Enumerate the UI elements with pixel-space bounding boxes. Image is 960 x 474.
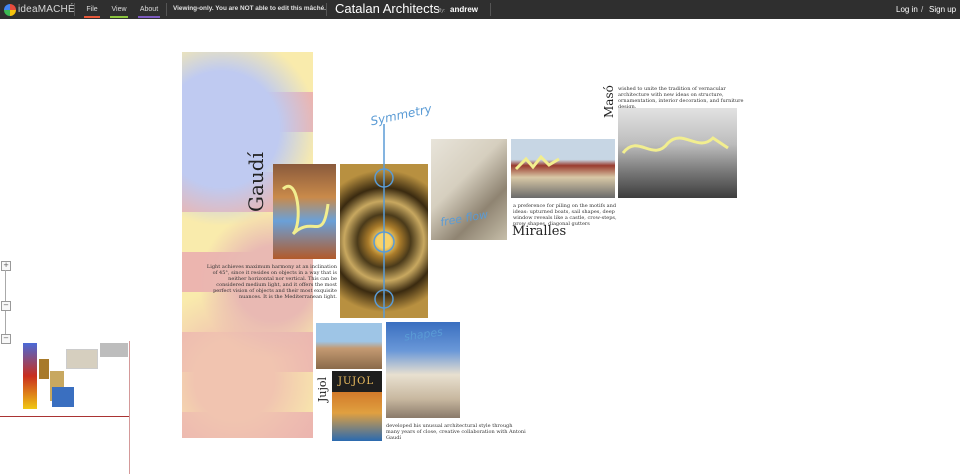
- minimap-border: [129, 341, 130, 474]
- signup-link[interactable]: Sign up: [929, 5, 956, 14]
- highlight-scribble: [281, 184, 330, 236]
- logo-icon: [4, 3, 16, 16]
- login-link[interactable]: Log in: [896, 5, 918, 14]
- by-label: By:: [438, 8, 446, 14]
- author-name[interactable]: andrew: [450, 5, 478, 14]
- menu-file-underline: [84, 16, 100, 18]
- gaudi-tower-photo[interactable]: [273, 164, 336, 259]
- jujol-building-photo[interactable]: [316, 323, 382, 369]
- jujol-sign-text: JUJOL: [338, 376, 375, 387]
- minimap[interactable]: [0, 341, 129, 417]
- divider: [326, 3, 327, 16]
- menu-file[interactable]: File: [84, 0, 100, 19]
- minimap-thumb: [66, 349, 98, 369]
- jujol-sign-photo[interactable]: JUJOL: [332, 371, 382, 441]
- menu-about[interactable]: About: [138, 0, 160, 19]
- minimap-thumb: [100, 343, 128, 357]
- minimap-thumb: [23, 343, 37, 409]
- maso-description: wished to unite the tradition of vernacu…: [618, 86, 744, 110]
- maso-house-photo[interactable]: [618, 108, 737, 198]
- menu-view-underline: [110, 16, 128, 18]
- divider: [490, 3, 491, 16]
- logo-text: ideaMACHÉ: [18, 4, 75, 15]
- menu-about-label: About: [139, 6, 159, 13]
- zoom-handle[interactable]: −: [1, 301, 11, 311]
- menu-view[interactable]: View: [110, 0, 128, 19]
- mache-title: Catalan Architects: [335, 1, 440, 16]
- jujol-heading: Jujol: [316, 376, 329, 402]
- menu-about-underline: [138, 16, 160, 18]
- symmetry-circles: [373, 164, 395, 318]
- gaudi-heading: Gaudí: [244, 152, 268, 212]
- zoom-in-button[interactable]: +: [1, 261, 11, 271]
- symmetry-arrow: [383, 124, 385, 164]
- minimap-thumb: [39, 359, 49, 379]
- maso-heading: Masó: [602, 85, 616, 118]
- divider: [166, 3, 167, 16]
- symmetry-sketch: Symmetry: [369, 101, 434, 129]
- sagrada-ceiling-photo[interactable]: [340, 164, 428, 318]
- gaudi-quote: Light achieves maximum harmony at an inc…: [206, 264, 337, 300]
- view-only-notice: Viewing-only. You are NOT able to edit t…: [173, 5, 326, 12]
- highlight-scribble: [621, 136, 729, 154]
- menu-file-label: File: [86, 6, 98, 13]
- top-bar: ideaMACHÉ File View About Viewing-only. …: [0, 0, 960, 19]
- jujol-description: developed his unusual architectural styl…: [386, 423, 526, 441]
- ideamache-logo[interactable]: ideaMACHÉ: [4, 2, 75, 17]
- miralles-market-photo[interactable]: [511, 139, 615, 198]
- menu-view-label: View: [111, 6, 127, 13]
- auth-separator: /: [921, 5, 924, 14]
- minimap-thumb: [52, 387, 74, 407]
- miralles-heading: Miralles: [512, 224, 567, 239]
- divider: [74, 3, 75, 16]
- highlight-scribble: [514, 154, 560, 171]
